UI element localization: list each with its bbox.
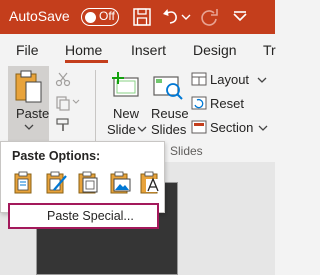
tab-file[interactable]: File bbox=[16, 42, 39, 58]
copy-icon[interactable] bbox=[55, 95, 71, 111]
picture-icon[interactable] bbox=[108, 170, 132, 194]
redo-icon[interactable] bbox=[198, 5, 222, 29]
reset-label[interactable]: Reset bbox=[210, 96, 244, 111]
embed-icon[interactable] bbox=[76, 170, 100, 194]
more-icon[interactable] bbox=[228, 5, 252, 29]
layout-dropdown-icon[interactable] bbox=[257, 77, 267, 84]
format-painter-icon[interactable] bbox=[55, 117, 71, 133]
paste-dropdown-icon[interactable] bbox=[24, 123, 34, 131]
new-slide-dropdown-icon[interactable] bbox=[137, 126, 147, 133]
autosave-toggle[interactable]: Off bbox=[81, 8, 119, 26]
reuse-slides-icon[interactable] bbox=[152, 72, 184, 102]
keep-text-only-icon[interactable] bbox=[138, 170, 162, 194]
tab-design[interactable]: Design bbox=[193, 42, 237, 58]
reuse-slides-label-2: Slides bbox=[151, 122, 187, 137]
section-icon[interactable] bbox=[191, 120, 207, 134]
undo-dropdown-icon[interactable] bbox=[180, 5, 192, 29]
new-slide-icon[interactable] bbox=[110, 70, 140, 100]
new-slide-label-2: Slide bbox=[107, 122, 136, 137]
paste-special-label: Paste Special... bbox=[47, 209, 134, 223]
clipboard-icon bbox=[15, 70, 42, 103]
section-label[interactable]: Section bbox=[210, 120, 253, 135]
tab-home[interactable]: Home bbox=[65, 42, 102, 58]
reset-icon[interactable] bbox=[191, 96, 207, 110]
tab-insert[interactable]: Insert bbox=[131, 42, 166, 58]
section-dropdown-icon[interactable] bbox=[258, 125, 268, 132]
group-divider bbox=[95, 70, 96, 142]
layout-label[interactable]: Layout bbox=[210, 72, 249, 87]
layout-icon[interactable] bbox=[191, 72, 207, 86]
ribbon-tabs: File Home Insert Design Tr bbox=[0, 34, 276, 64]
cut-icon[interactable] bbox=[55, 71, 71, 87]
copy-dropdown-icon[interactable] bbox=[72, 99, 80, 105]
title-bar: AutoSave Off bbox=[0, 0, 275, 34]
new-slide-label-1: New bbox=[113, 106, 140, 121]
paste-label: Paste bbox=[16, 106, 50, 121]
tab-transitions[interactable]: Tr bbox=[263, 42, 276, 58]
keep-source-formatting-icon[interactable] bbox=[44, 170, 68, 194]
reuse-slides-label-1: Reuse bbox=[151, 106, 189, 121]
use-destination-theme-icon[interactable] bbox=[12, 170, 36, 194]
active-tab-indicator bbox=[65, 60, 108, 63]
toggle-knob bbox=[85, 11, 96, 23]
autosave-label: AutoSave bbox=[9, 8, 70, 24]
slides-group-label: Slides bbox=[170, 144, 203, 158]
autosave-state: Off bbox=[99, 9, 115, 23]
save-icon[interactable] bbox=[130, 5, 154, 29]
paste-special-button[interactable]: Paste Special... bbox=[8, 203, 159, 229]
paste-options-title: Paste Options: bbox=[12, 149, 101, 163]
